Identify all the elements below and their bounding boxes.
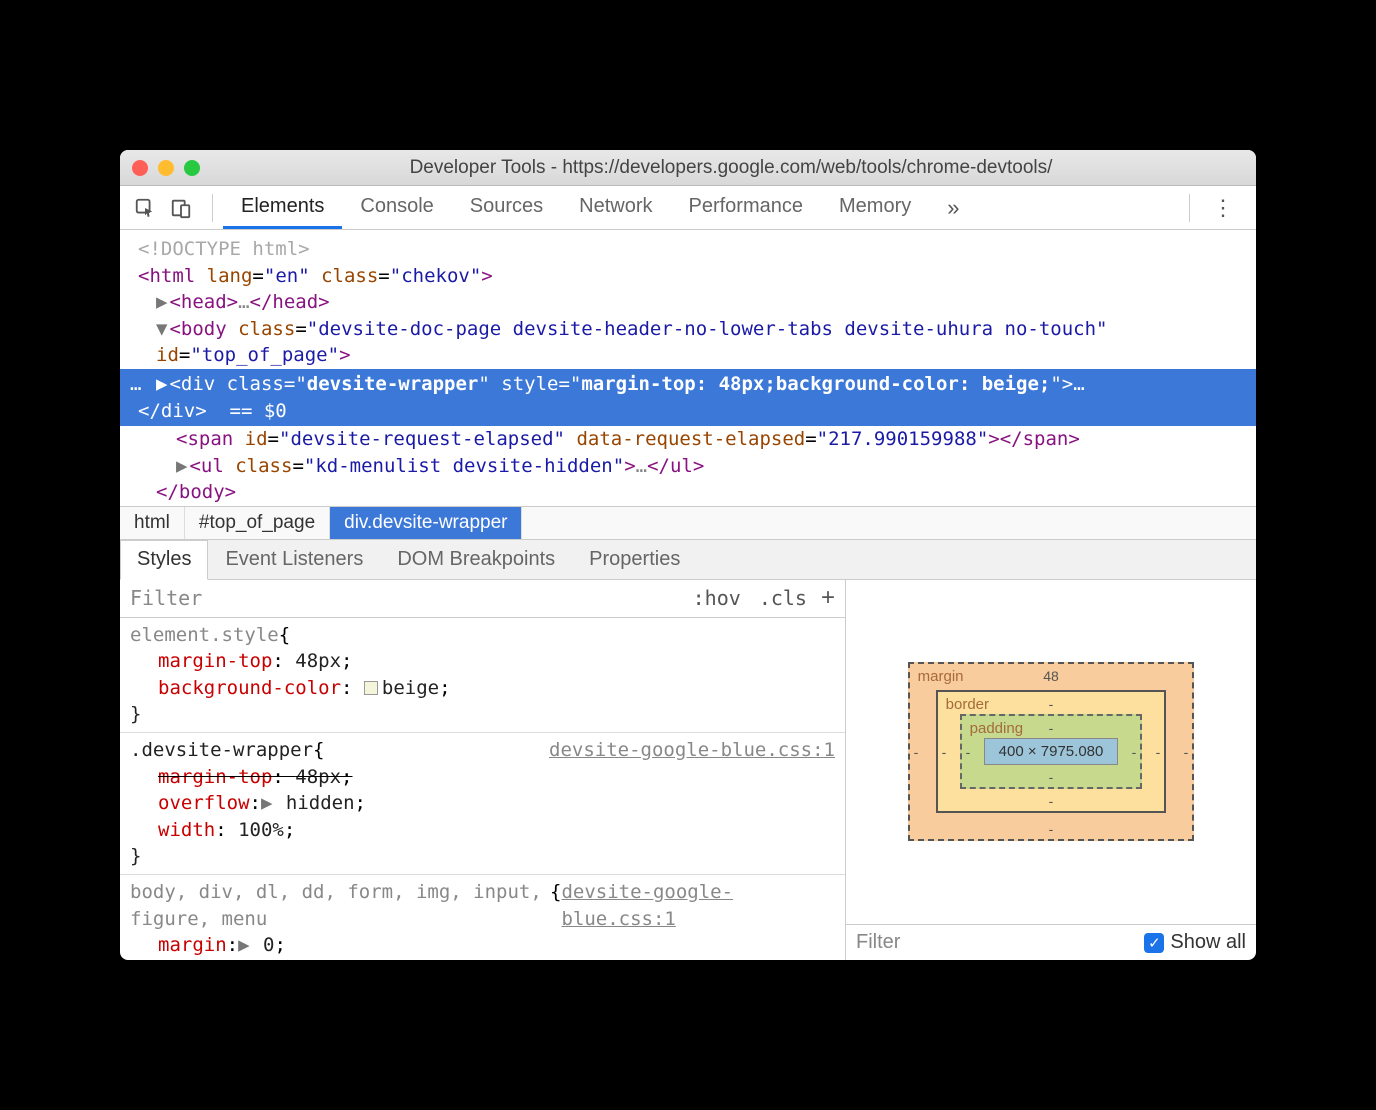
new-style-rule-icon[interactable]: + [821, 584, 835, 612]
expand-arrow-icon[interactable]: ▶ [261, 792, 272, 814]
rule-devsite-wrapper[interactable]: .devsite-wrapper {devsite-google-blue.cs… [120, 733, 845, 875]
margin-right-value[interactable]: - [1184, 744, 1189, 760]
body-close-node[interactable]: </body> [120, 479, 1256, 506]
computed-pane: margin 48 - - - border - - - - padding [846, 580, 1256, 960]
head-node[interactable]: ▶<head>…</head> [120, 289, 1256, 316]
tab-network[interactable]: Network [561, 186, 670, 229]
subtab-dom-breakpoints[interactable]: DOM Breakpoints [380, 540, 572, 579]
devtools-window: Developer Tools - https://developers.goo… [120, 150, 1256, 960]
equals-dollar-zero: == $0 [230, 400, 287, 422]
show-all-toggle[interactable]: ✓ Show all [1144, 931, 1246, 954]
padding-label: padding [970, 720, 1023, 737]
panel-tabs: Elements Console Sources Network Perform… [223, 186, 929, 229]
box-model[interactable]: margin 48 - - - border - - - - padding [846, 580, 1256, 924]
computed-filter-row: Filter ✓ Show all [846, 924, 1256, 960]
toolbar-divider-right [1189, 194, 1190, 222]
margin-left-value[interactable]: - [914, 744, 919, 760]
maximize-window-button[interactable] [184, 160, 200, 176]
overflow-icon[interactable]: … [130, 371, 141, 398]
main-toolbar: Elements Console Sources Network Perform… [120, 186, 1256, 230]
body-node-cont: id="top_of_page"> [120, 342, 1256, 369]
close-window-button[interactable] [132, 160, 148, 176]
more-tabs-icon[interactable]: » [937, 195, 969, 221]
selected-dom-node[interactable]: … ▶<div class="devsite-wrapper" style="m… [120, 369, 1256, 426]
margin-bottom-value[interactable]: - [1049, 821, 1054, 837]
color-swatch-icon[interactable] [364, 681, 378, 695]
inspect-icon[interactable] [130, 193, 160, 223]
ul-node[interactable]: ▶<ul class="kd-menulist devsite-hidden">… [120, 453, 1256, 480]
tab-performance[interactable]: Performance [671, 186, 822, 229]
computed-filter-input[interactable]: Filter [856, 931, 900, 954]
tab-memory[interactable]: Memory [821, 186, 929, 229]
subtab-styles[interactable]: Styles [120, 540, 208, 580]
source-link[interactable]: devsite-google-blue.css:1 [549, 737, 835, 764]
styles-pane: Filter :hov .cls + element.style { margi… [120, 580, 846, 960]
cls-toggle[interactable]: .cls [759, 586, 807, 610]
kebab-menu-icon[interactable]: ⋮ [1200, 195, 1246, 221]
subtab-properties[interactable]: Properties [572, 540, 697, 579]
titlebar: Developer Tools - https://developers.goo… [120, 150, 1256, 186]
device-toggle-icon[interactable] [166, 193, 196, 223]
body-node[interactable]: ▼<body class="devsite-doc-page devsite-h… [120, 316, 1256, 343]
sidebar-tabs: Styles Event Listeners DOM Breakpoints P… [120, 540, 1256, 580]
checkbox-checked-icon[interactable]: ✓ [1144, 933, 1164, 953]
style-rules: element.style { margin-top: 48px; backgr… [120, 618, 845, 960]
html-node[interactable]: <html lang="en" class="chekov"> [120, 263, 1256, 290]
styles-filter-input[interactable]: Filter [130, 586, 675, 610]
subtab-event-listeners[interactable]: Event Listeners [208, 540, 380, 579]
rule-reset[interactable]: body, div, dl, dd, form, img, input, fig… [120, 875, 845, 960]
dom-tree[interactable]: <!DOCTYPE html> <html lang="en" class="c… [120, 230, 1256, 506]
margin-top-value[interactable]: 48 [1043, 668, 1059, 684]
tab-sources[interactable]: Sources [452, 186, 561, 229]
window-title: Developer Tools - https://developers.goo… [218, 157, 1244, 179]
margin-label: margin [918, 668, 964, 685]
source-link-2[interactable]: devsite-google-blue.css:1 [561, 879, 835, 932]
dom-breadcrumb: html #top_of_page div.devsite-wrapper [120, 506, 1256, 540]
styles-filter-row: Filter :hov .cls + [120, 580, 845, 618]
hov-toggle[interactable]: :hov [693, 586, 741, 610]
span-node[interactable]: <span id="devsite-request-elapsed" data-… [120, 426, 1256, 453]
doctype-node[interactable]: <!DOCTYPE html> [138, 238, 310, 260]
crumb-html[interactable]: html [120, 507, 185, 539]
rule-element-style[interactable]: element.style { margin-top: 48px; backgr… [120, 618, 845, 733]
window-controls [132, 160, 200, 176]
expand-arrow-icon[interactable]: ▶ [238, 934, 249, 956]
crumb-selected[interactable]: div.devsite-wrapper [330, 507, 522, 539]
tab-console[interactable]: Console [342, 186, 451, 229]
tab-elements[interactable]: Elements [223, 186, 342, 229]
toolbar-divider [212, 194, 213, 222]
styles-computed-panel: Styles Event Listeners DOM Breakpoints P… [120, 540, 1256, 960]
border-label: border [946, 696, 989, 713]
minimize-window-button[interactable] [158, 160, 174, 176]
crumb-body[interactable]: #top_of_page [185, 507, 330, 539]
content-size[interactable]: 400 × 7975.080 [984, 738, 1119, 765]
